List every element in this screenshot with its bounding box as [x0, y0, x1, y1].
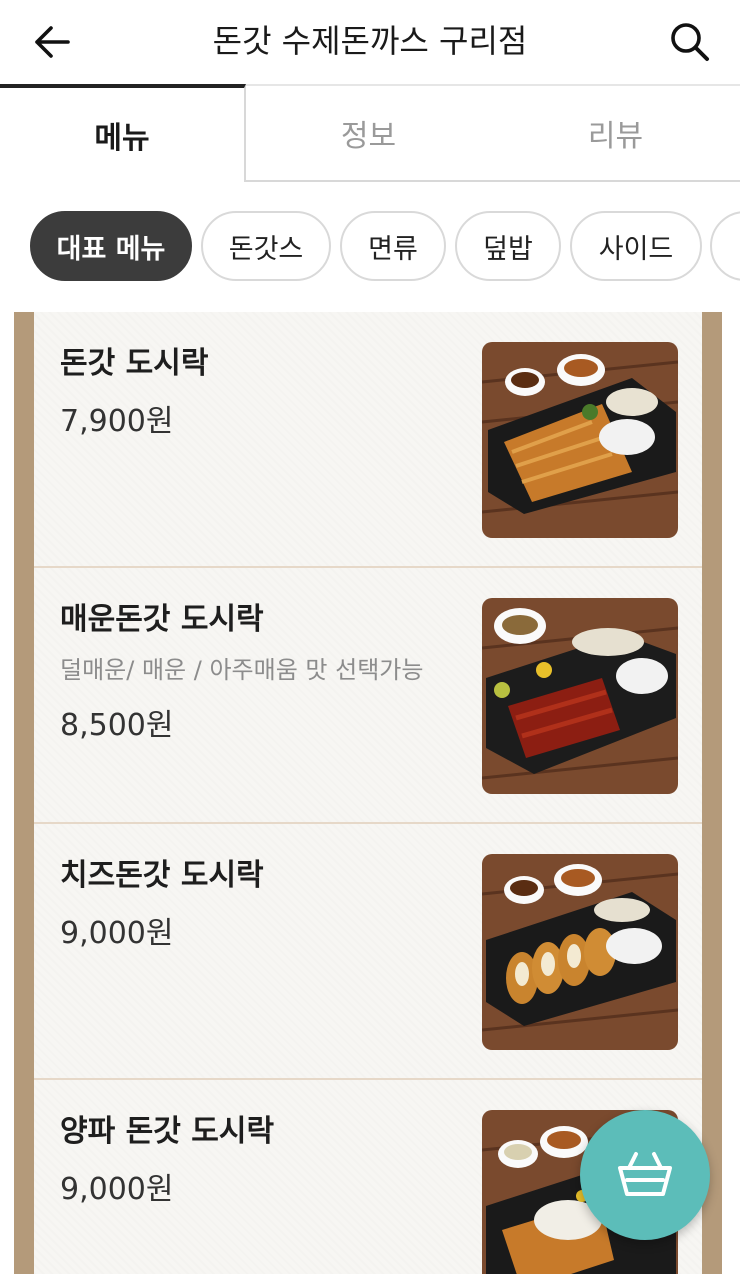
menu-item-name: 매운돈갓 도시락	[60, 602, 264, 637]
menu-item[interactable]: 치즈돈갓 도시락 9,000원	[34, 824, 702, 1080]
arrow-left-icon	[35, 26, 70, 58]
chip-noodles[interactable]: 면류	[340, 211, 446, 281]
basket-icon	[618, 1152, 672, 1196]
search-icon	[671, 23, 709, 61]
menu-item-photo	[482, 342, 678, 538]
search-button[interactable]	[660, 14, 720, 70]
top-header: 돈갓 수제돈까스 구리점	[0, 0, 740, 84]
tab-info[interactable]: 정보	[246, 84, 491, 182]
tab-reviews[interactable]: 리뷰	[491, 84, 740, 182]
menu-item-price: 9,000원	[60, 916, 174, 951]
menu-item-price: 9,000원	[60, 1172, 174, 1207]
menu-item-name: 돈갓 도시락	[60, 346, 209, 381]
menu-item-price: 7,900원	[60, 404, 174, 439]
app-root: 돈갓 수제돈까스 구리점 메뉴 정보 리뷰 대표 메뉴 돈갓스 면류 덮밥 사이…	[0, 0, 740, 1274]
menu-item[interactable]: 매운돈갓 도시락 덜매운/ 매운 / 아주매움 맛 선택가능 8,500원	[34, 568, 702, 824]
menu-item-name: 치즈돈갓 도시락	[60, 858, 264, 893]
store-tabs: 메뉴 정보 리뷰	[0, 84, 740, 182]
chip-partial-next[interactable]	[710, 211, 740, 281]
menu-item-photo	[482, 598, 678, 794]
chip-side[interactable]: 사이드	[570, 211, 702, 281]
cart-button[interactable]	[580, 1110, 710, 1240]
menu-item-name: 양파 돈갓 도시락	[60, 1114, 275, 1149]
menu-item-description: 덜매운/ 매운 / 아주매움 맛 선택가능	[60, 656, 424, 684]
category-chip-bar[interactable]: 대표 메뉴 돈갓스 면류 덮밥 사이드	[0, 182, 740, 312]
tab-menu[interactable]: 메뉴	[0, 84, 246, 182]
menu-item[interactable]: 돈갓 도시락 7,900원	[34, 312, 702, 568]
chip-featured-menu[interactable]: 대표 메뉴	[30, 211, 192, 281]
menu-item-photo	[482, 854, 678, 1050]
chip-donkatsu[interactable]: 돈갓스	[201, 211, 331, 281]
store-title: 돈갓 수제돈까스 구리점	[212, 22, 528, 60]
back-button[interactable]	[22, 14, 82, 70]
menu-item-price: 8,500원	[60, 708, 174, 743]
chip-rice-bowl[interactable]: 덮밥	[455, 211, 561, 281]
